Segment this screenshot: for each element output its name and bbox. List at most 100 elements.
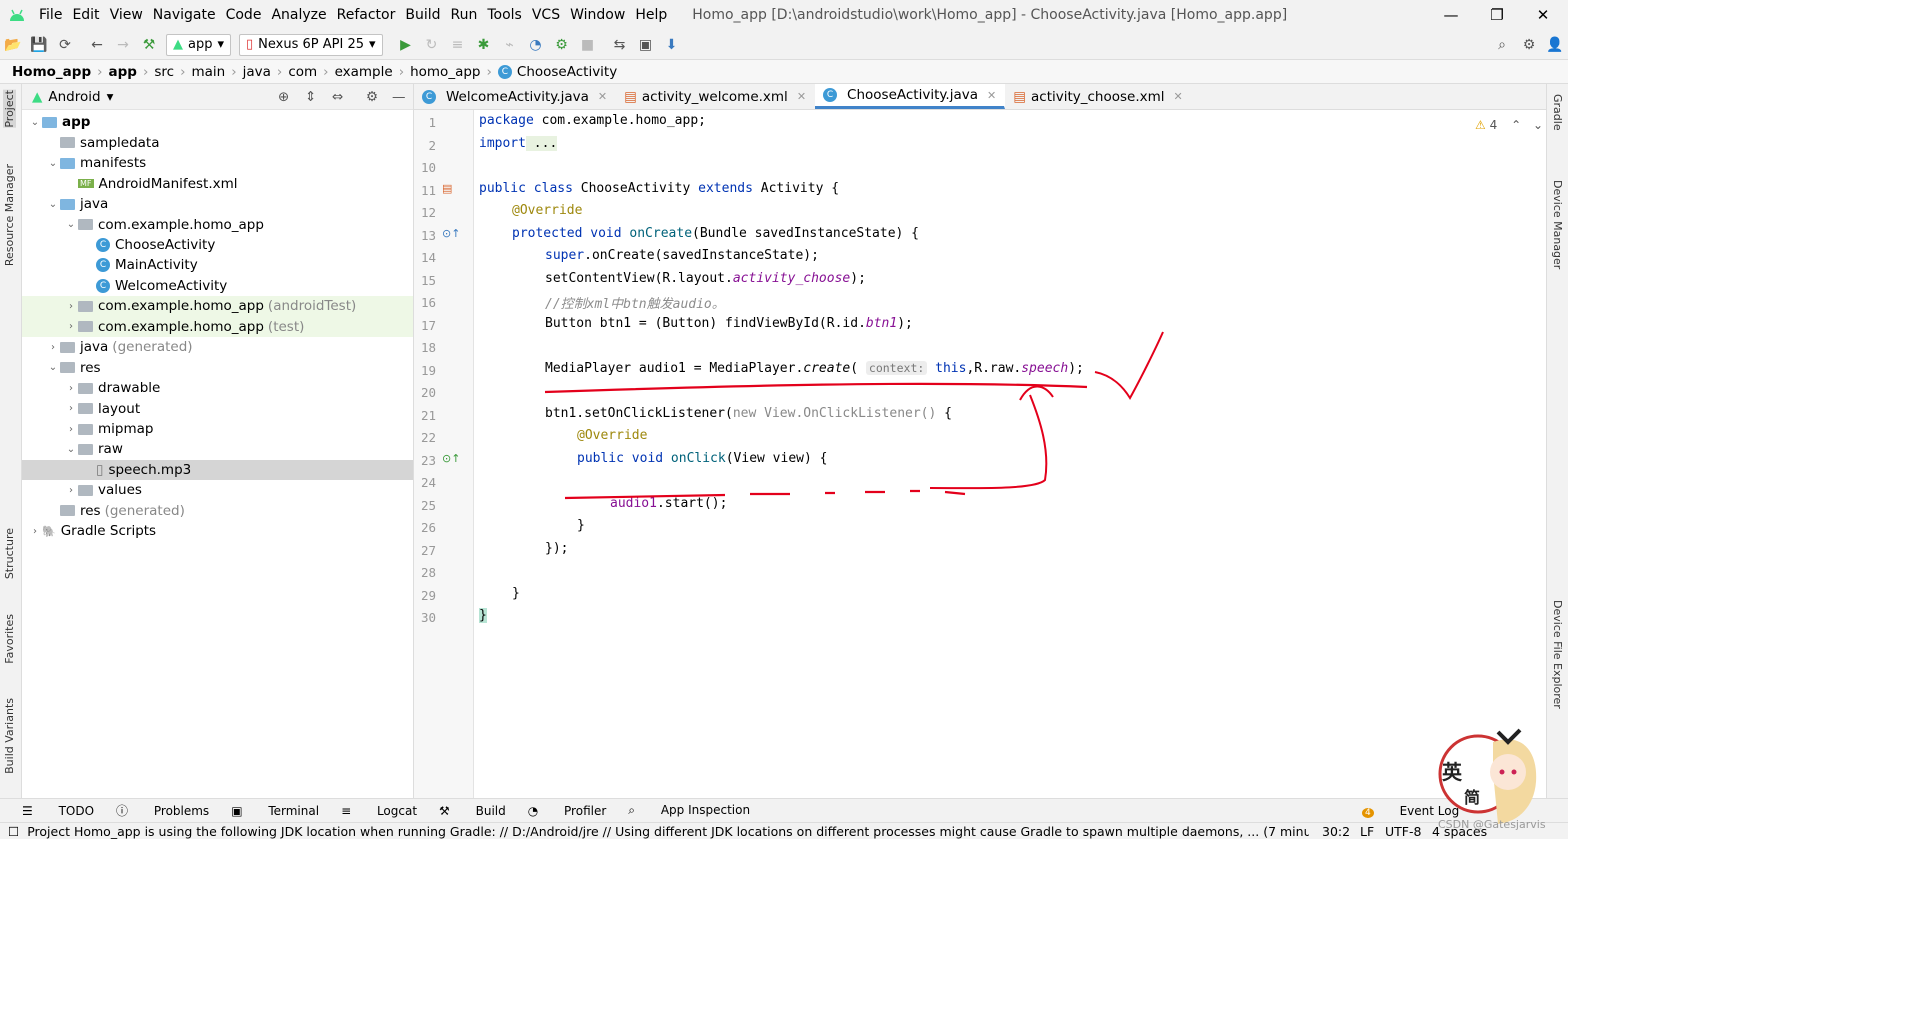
tree-item[interactable]: ⌄ res — [22, 357, 413, 378]
caret-position[interactable]: 30:2 — [1322, 824, 1350, 839]
chevron-down-icon[interactable]: ▾ — [107, 89, 114, 105]
favorites-tool-tab[interactable]: Favorites — [3, 614, 16, 664]
menu-tools[interactable]: Tools — [482, 7, 527, 23]
tree-item[interactable]: › 🐘 Gradle Scripts — [22, 521, 413, 542]
chevron-down-icon[interactable]: ⌄ — [46, 362, 60, 373]
apply-code-changes-icon[interactable]: ≡ — [445, 32, 471, 58]
profile-icon[interactable]: ◔ — [523, 32, 549, 58]
run-play-icon[interactable]: ▶ — [393, 32, 419, 58]
tree-item[interactable]: › mipmap — [22, 419, 413, 440]
device-select[interactable]: ▯ Nexus 6P API 25 ▾ — [239, 33, 383, 56]
tree-item[interactable]: › layout — [22, 398, 413, 419]
breadcrumb-item[interactable]: main — [191, 64, 225, 80]
sync-icon[interactable]: ⟳ — [52, 32, 78, 58]
coverage-icon[interactable]: ⚙ — [549, 32, 575, 58]
resource-manager-tool-tab[interactable]: Resource Manager — [3, 164, 16, 266]
build-tool[interactable]: ⚒ Build — [439, 804, 506, 818]
menu-analyze[interactable]: Analyze — [266, 7, 331, 23]
tree-item[interactable]: sampledata — [22, 132, 413, 153]
tree-item[interactable]: ⌄ manifests — [22, 153, 413, 174]
forward-arrow-icon[interactable]: → — [110, 32, 136, 58]
chevron-right-icon[interactable]: › — [64, 403, 78, 414]
tree-item[interactable]: ⌄ app — [22, 112, 413, 133]
menu-window[interactable]: Window — [565, 7, 630, 23]
menu-navigate[interactable]: Navigate — [148, 7, 221, 23]
tree-item[interactable]: ⌄ com.example.homo_app — [22, 214, 413, 235]
gradle-tool-tab[interactable]: Gradle — [1551, 94, 1564, 131]
status-square-icon[interactable]: ☐ — [8, 824, 19, 839]
menu-refactor[interactable]: Refactor — [332, 7, 401, 23]
breadcrumb-item[interactable]: ChooseActivity — [517, 64, 617, 80]
save-all-icon[interactable]: 💾 — [26, 32, 52, 58]
menu-code[interactable]: Code — [221, 7, 267, 23]
tree-item[interactable]: › com.example.homo_app (androidTest) — [22, 296, 413, 317]
override-method-icon[interactable]: ⊙↑ — [442, 227, 460, 240]
tree-item[interactable]: › drawable — [22, 378, 413, 399]
breadcrumb-item[interactable]: Homo_app — [12, 64, 91, 80]
attach-debugger-icon[interactable]: ⌁ — [497, 32, 523, 58]
close-window-button[interactable]: ✕ — [1520, 0, 1566, 30]
menu-edit[interactable]: Edit — [67, 7, 104, 23]
breadcrumb-item[interactable]: example — [335, 64, 393, 80]
run-config-select[interactable]: ▲ app ▾ — [166, 33, 232, 56]
implements-method-icon[interactable]: ⊙↑ — [442, 452, 460, 465]
expand-all-icon[interactable]: ⇕ — [305, 89, 316, 105]
code-editor[interactable]: package com.example.homo_app; import ...… — [475, 110, 1546, 798]
close-icon[interactable]: ✕ — [1174, 90, 1183, 103]
layout-link-icon[interactable]: ▤ — [442, 182, 452, 195]
locate-icon[interactable]: ⊕ — [278, 89, 289, 105]
stop-icon[interactable]: ■ — [575, 32, 601, 58]
chevron-right-icon[interactable]: › — [64, 301, 78, 312]
tab-welcomeactivity[interactable]: C WelcomeActivity.java ✕ — [414, 84, 616, 109]
tree-item[interactable]: ⌄ raw — [22, 439, 413, 460]
chevron-down-icon[interactable]: ⌄ — [64, 219, 78, 230]
tree-item[interactable]: › com.example.homo_app (test) — [22, 316, 413, 337]
menu-run[interactable]: Run — [446, 7, 483, 23]
tree-item[interactable]: C WelcomeActivity — [22, 276, 413, 297]
status-message[interactable]: Project Homo_app is using the following … — [27, 824, 1309, 839]
tree-item[interactable]: C MainActivity — [22, 255, 413, 276]
breadcrumb-item[interactable]: app — [109, 64, 137, 80]
project-tool-tab[interactable]: Project — [3, 90, 16, 128]
gear-icon[interactable]: ⚙ — [1516, 32, 1542, 58]
breadcrumb-item[interactable]: src — [154, 64, 174, 80]
logcat-tool[interactable]: ≡ Logcat — [341, 804, 417, 818]
tree-item[interactable]: ▯ speech.mp3 — [22, 459, 413, 481]
device-file-explorer-tool-tab[interactable]: Device File Explorer — [1551, 600, 1564, 709]
tab-activity-choose[interactable]: ▤ activity_choose.xml ✕ — [1005, 84, 1192, 109]
build-variants-tool-tab[interactable]: Build Variants — [3, 698, 16, 774]
menu-file[interactable]: File — [34, 7, 67, 23]
structure-tool-tab[interactable]: Structure — [3, 528, 16, 579]
device-manager-tool-tab[interactable]: Device Manager — [1551, 180, 1564, 269]
gear-icon[interactable]: ⚙ — [366, 89, 378, 105]
close-icon[interactable]: ✕ — [598, 90, 607, 103]
avd-manager-icon[interactable]: ▣ — [633, 32, 659, 58]
project-view-select[interactable]: Android — [48, 89, 100, 105]
chevron-right-icon[interactable]: › — [64, 383, 78, 394]
tab-chooseactivity[interactable]: C ChooseActivity.java ✕ — [815, 84, 1006, 109]
chevron-down-icon[interactable]: ⌄ — [64, 444, 78, 455]
close-icon[interactable]: ✕ — [987, 89, 996, 102]
menu-view[interactable]: View — [105, 7, 148, 23]
line-separator[interactable]: LF — [1360, 824, 1374, 839]
tree-item[interactable]: MF AndroidManifest.xml — [22, 173, 413, 194]
collapse-all-icon[interactable]: ⇔ — [332, 89, 343, 105]
todo-tool[interactable]: ☰ TODO — [22, 804, 94, 818]
chevron-right-icon[interactable]: › — [46, 342, 60, 353]
chevron-down-icon[interactable]: ⌄ — [28, 117, 42, 128]
app-inspection-tool[interactable]: ⌕ App Inspection — [628, 803, 750, 818]
problems-tool[interactable]: ⓘ Problems — [116, 802, 209, 819]
open-folder-icon[interactable]: 📂 — [0, 32, 26, 58]
tree-item[interactable]: › java (generated) — [22, 337, 413, 358]
tree-item[interactable]: C ChooseActivity — [22, 235, 413, 256]
close-icon[interactable]: ✕ — [797, 90, 806, 103]
breadcrumb-item[interactable]: homo_app — [410, 64, 480, 80]
terminal-tool[interactable]: ▣ Terminal — [231, 804, 319, 818]
chevron-right-icon[interactable]: › — [64, 485, 78, 496]
sdk-manager-icon[interactable]: ⬇ — [659, 32, 685, 58]
chevron-right-icon[interactable]: › — [64, 424, 78, 435]
chevron-right-icon[interactable]: › — [28, 526, 42, 537]
apply-changes-icon[interactable]: ↻ — [419, 32, 445, 58]
chevron-right-icon[interactable]: › — [64, 321, 78, 332]
tree-item[interactable]: ⌄ java — [22, 194, 413, 215]
